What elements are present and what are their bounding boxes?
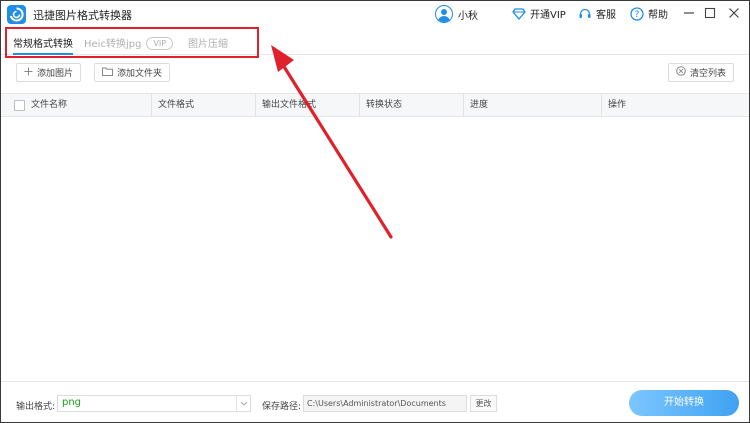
diamond-icon bbox=[512, 7, 526, 21]
add-folder-button[interactable]: 添加文件夹 bbox=[94, 63, 171, 82]
svg-text:?: ? bbox=[635, 10, 640, 20]
column-header-progress[interactable]: 进度 bbox=[463, 94, 601, 116]
avatar bbox=[435, 5, 453, 23]
output-format-label: 输出格式: bbox=[16, 402, 56, 412]
output-format-value: png bbox=[62, 397, 82, 408]
user-name: 小秋 bbox=[458, 10, 478, 22]
file-table-header: 文件名称 文件格式 输出文件格式 转换状态 进度 操作 bbox=[1, 93, 749, 117]
close-icon bbox=[729, 8, 739, 18]
file-list-area[interactable] bbox=[1, 117, 749, 377]
start-conversion-button[interactable]: 开始转换 bbox=[629, 390, 739, 416]
chevron-down-icon bbox=[236, 396, 250, 411]
maximize-icon bbox=[704, 7, 716, 19]
folder-icon bbox=[102, 67, 113, 79]
title-bar: 迅捷图片格式转换器 小秋 开通VIP 客服 ? 帮助 bbox=[1, 1, 749, 27]
change-path-button[interactable]: 更改 bbox=[470, 395, 497, 412]
plus-icon bbox=[24, 67, 33, 79]
clear-list-button[interactable]: 清空列表 bbox=[668, 63, 735, 82]
annotation-highlight-box bbox=[5, 27, 259, 58]
help-link[interactable]: ? 帮助 bbox=[630, 6, 668, 21]
app-logo-icon bbox=[7, 5, 26, 24]
save-path-label: 保存路径: bbox=[262, 402, 302, 412]
vip-link[interactable]: 开通VIP bbox=[512, 6, 566, 21]
app-title: 迅捷图片格式转换器 bbox=[33, 9, 132, 22]
help-label: 帮助 bbox=[648, 10, 668, 21]
clear-list-label: 清空列表 bbox=[690, 69, 727, 79]
service-label: 客服 bbox=[596, 10, 616, 21]
vip-label: 开通VIP bbox=[530, 10, 566, 21]
minimize-button[interactable] bbox=[680, 4, 698, 22]
column-header-output-format[interactable]: 输出文件格式 bbox=[255, 94, 359, 116]
save-path-field[interactable]: C:\Users\Administrator\Documents bbox=[303, 395, 467, 412]
add-folder-label: 添加文件夹 bbox=[117, 69, 163, 79]
user-account[interactable]: 小秋 bbox=[435, 4, 478, 24]
select-all-checkbox[interactable] bbox=[14, 100, 25, 111]
question-icon: ? bbox=[630, 6, 644, 21]
bottom-bar: 输出格式: png 保存路径: C:\Users\Administrator\D… bbox=[1, 381, 749, 422]
output-format-select[interactable]: png bbox=[57, 395, 251, 412]
add-image-label: 添加图片 bbox=[37, 69, 74, 79]
clear-circle-icon bbox=[676, 66, 686, 79]
column-header-status[interactable]: 转换状态 bbox=[359, 94, 463, 116]
column-header-file-name[interactable]: 文件名称 bbox=[25, 94, 151, 116]
add-image-button[interactable]: 添加图片 bbox=[16, 63, 82, 82]
headset-icon bbox=[578, 7, 592, 21]
column-header-actions[interactable]: 操作 bbox=[601, 94, 749, 116]
maximize-button[interactable] bbox=[701, 4, 719, 22]
service-link[interactable]: 客服 bbox=[578, 6, 616, 21]
close-button[interactable] bbox=[725, 4, 743, 22]
column-header-file-format[interactable]: 文件格式 bbox=[151, 94, 255, 116]
app-window: 迅捷图片格式转换器 小秋 开通VIP 客服 ? 帮助 常规格式转换 Heic转换… bbox=[0, 0, 750, 423]
minimize-icon bbox=[684, 12, 694, 14]
